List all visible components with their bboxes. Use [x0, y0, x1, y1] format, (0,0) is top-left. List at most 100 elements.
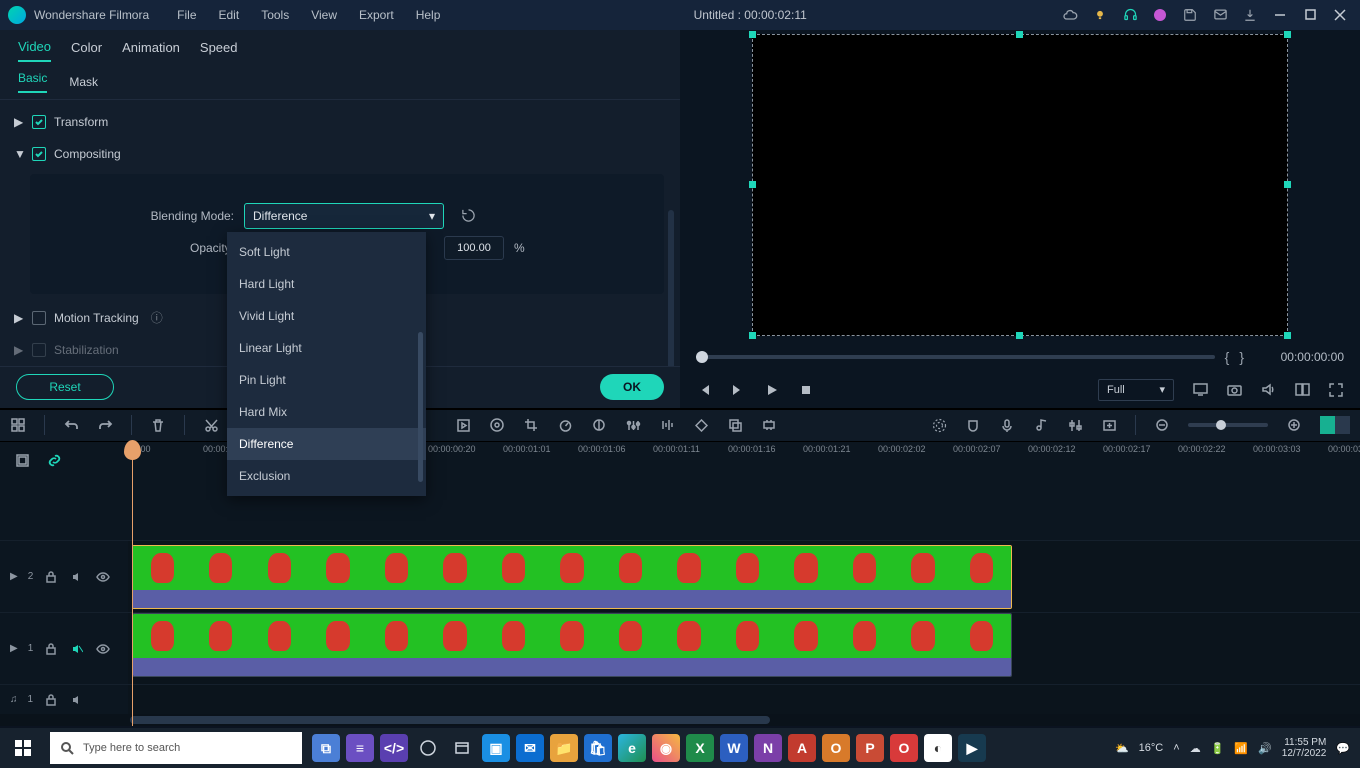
- visibility-icon[interactable]: [95, 569, 111, 585]
- task-view-icon[interactable]: [414, 734, 442, 762]
- play-icon[interactable]: [764, 382, 780, 398]
- crop-icon[interactable]: [523, 417, 539, 433]
- menu-tools[interactable]: Tools: [251, 4, 299, 26]
- adjust-icon[interactable]: [625, 417, 641, 433]
- effects-icon[interactable]: [1152, 7, 1168, 23]
- preview-scrubber[interactable]: [696, 355, 1215, 359]
- keyframe-tool-icon[interactable]: [693, 417, 709, 433]
- section-transform[interactable]: ▶ Transform: [14, 106, 680, 138]
- taskbar-app[interactable]: ✉: [516, 734, 544, 762]
- menu-view[interactable]: View: [301, 4, 347, 26]
- preview-canvas[interactable]: [680, 30, 1360, 342]
- lightbulb-icon[interactable]: [1092, 7, 1108, 23]
- timeline-media-icon[interactable]: [14, 452, 30, 468]
- marker-icon[interactable]: [489, 417, 505, 433]
- clip-video-1[interactable]: ▶My Video-6: [132, 613, 1012, 677]
- taskbar-app[interactable]: 📁: [550, 734, 578, 762]
- timeline-scrollbar[interactable]: [0, 714, 1360, 726]
- start-button[interactable]: [0, 728, 46, 768]
- mark-out-icon[interactable]: }: [1239, 349, 1244, 365]
- music-icon[interactable]: [1033, 417, 1049, 433]
- section-compositing[interactable]: ▼ Compositing: [14, 138, 680, 170]
- taskbar-search[interactable]: Type here to search: [50, 732, 302, 764]
- menu-help[interactable]: Help: [406, 4, 451, 26]
- mute-icon[interactable]: [69, 641, 85, 657]
- mark-in-icon[interactable]: {: [1225, 349, 1230, 365]
- taskbar-app[interactable]: ≡: [346, 734, 374, 762]
- blend-mode-select[interactable]: Difference ▾: [244, 203, 444, 229]
- render-icon[interactable]: [455, 417, 471, 433]
- preview-quality-select[interactable]: Full▾: [1098, 379, 1174, 401]
- option-soft-light[interactable]: Soft Light: [227, 236, 426, 268]
- taskbar-app[interactable]: W: [720, 734, 748, 762]
- compare-icon[interactable]: [1294, 382, 1310, 398]
- option-pin-light[interactable]: Pin Light: [227, 364, 426, 396]
- taskbar-app[interactable]: O: [822, 734, 850, 762]
- tray-wifi-icon[interactable]: 📶: [1234, 742, 1248, 755]
- tray-volume-icon[interactable]: 🔊: [1258, 742, 1272, 755]
- taskbar-app[interactable]: e: [618, 734, 646, 762]
- tab-speed[interactable]: Speed: [200, 34, 238, 61]
- display-icon[interactable]: [1192, 382, 1208, 398]
- weather-icon[interactable]: ⛅: [1115, 742, 1129, 755]
- subtab-mask[interactable]: Mask: [69, 75, 98, 89]
- timeline-link-icon[interactable]: [46, 452, 62, 468]
- tray-chevron-icon[interactable]: ˄: [1173, 742, 1179, 754]
- clip-video-2[interactable]: ▶My Video-6: [132, 545, 1012, 609]
- redo-icon[interactable]: [97, 417, 113, 433]
- taskbar-app[interactable]: 🛍: [584, 734, 612, 762]
- taskbar-app[interactable]: </>: [380, 734, 408, 762]
- speed-icon[interactable]: [557, 417, 573, 433]
- mic-icon[interactable]: [999, 417, 1015, 433]
- group-icon[interactable]: [727, 417, 743, 433]
- mute-icon[interactable]: [69, 692, 85, 708]
- lock-icon[interactable]: [43, 569, 59, 585]
- notifications-icon[interactable]: 💬: [1336, 742, 1350, 755]
- option-linear-light[interactable]: Linear Light: [227, 332, 426, 364]
- next-frame-icon[interactable]: [730, 382, 746, 398]
- taskbar-app[interactable]: ◉: [652, 734, 680, 762]
- undo-icon[interactable]: [63, 417, 79, 433]
- delete-icon[interactable]: [150, 417, 166, 433]
- reset-button[interactable]: Reset: [16, 374, 114, 400]
- add-marker-icon[interactable]: [1101, 417, 1117, 433]
- track-play-icon[interactable]: ▶: [10, 643, 18, 654]
- prev-frame-icon[interactable]: [696, 382, 712, 398]
- visibility-icon[interactable]: [95, 641, 111, 657]
- volume-icon[interactable]: [1260, 382, 1276, 398]
- taskbar-app[interactable]: ▣: [482, 734, 510, 762]
- stop-icon[interactable]: [798, 382, 814, 398]
- timeline-overview[interactable]: [1320, 416, 1350, 434]
- close-icon[interactable]: [1332, 7, 1348, 23]
- track-play-icon[interactable]: ▶: [10, 571, 18, 582]
- option-difference[interactable]: Difference: [227, 428, 426, 460]
- taskbar-app[interactable]: ◐: [924, 734, 952, 762]
- mixer-icon[interactable]: [1067, 417, 1083, 433]
- compositing-checkbox[interactable]: [32, 147, 46, 161]
- opacity-input[interactable]: 100.00: [444, 236, 504, 260]
- dropdown-scrollbar[interactable]: [418, 332, 423, 482]
- ok-button[interactable]: OK: [600, 374, 664, 400]
- save-icon[interactable]: [1182, 7, 1198, 23]
- tab-animation[interactable]: Animation: [122, 34, 180, 61]
- selection-frame[interactable]: [752, 34, 1288, 336]
- menu-file[interactable]: File: [167, 4, 206, 26]
- option-exclusion[interactable]: Exclusion: [227, 460, 426, 492]
- audio-tool-icon[interactable]: [659, 417, 675, 433]
- taskbar-app[interactable]: O: [890, 734, 918, 762]
- download-icon[interactable]: [1242, 7, 1258, 23]
- fullscreen-icon[interactable]: [1328, 382, 1344, 398]
- taskbar-app[interactable]: [448, 734, 476, 762]
- taskbar-app[interactable]: A: [788, 734, 816, 762]
- effects-tool-icon[interactable]: [931, 417, 947, 433]
- menu-export[interactable]: Export: [349, 4, 404, 26]
- expand-icon[interactable]: [761, 417, 777, 433]
- cloud-icon[interactable]: [1062, 7, 1078, 23]
- taskbar-app[interactable]: ⧉: [312, 734, 340, 762]
- help-icon[interactable]: ⓘ: [151, 309, 163, 326]
- mute-icon[interactable]: [69, 569, 85, 585]
- taskbar-app[interactable]: ▶: [958, 734, 986, 762]
- mail-icon[interactable]: [1212, 7, 1228, 23]
- maximize-icon[interactable]: [1302, 7, 1318, 23]
- taskbar-app[interactable]: N: [754, 734, 782, 762]
